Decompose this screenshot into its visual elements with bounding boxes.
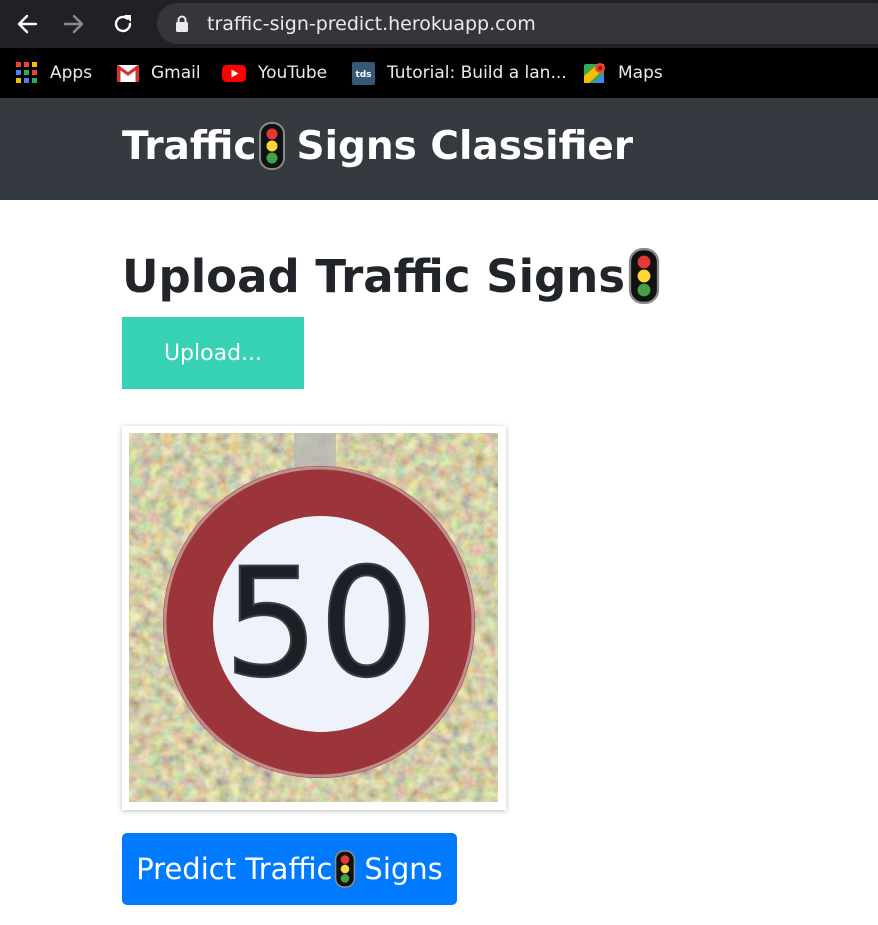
- bookmarks-bar: Apps Gmail YouTube tds Tutorial: Build a…: [0, 48, 878, 98]
- speed-limit-sign-image: 50: [129, 433, 498, 802]
- maps-icon: [584, 63, 605, 83]
- forward-button[interactable]: [58, 8, 90, 40]
- bookmark-label: Maps: [618, 63, 663, 83]
- navbar-brand[interactable]: Traffic Signs Classifier: [122, 122, 633, 170]
- reload-icon: [114, 15, 132, 33]
- gmail-icon: [117, 64, 139, 82]
- bookmark-label: Gmail: [151, 63, 201, 83]
- upload-button[interactable]: Upload...: [122, 317, 304, 389]
- bookmark-label: YouTube: [258, 63, 328, 83]
- bookmark-tutorial[interactable]: tds Tutorial: Build a lan...: [352, 60, 567, 86]
- uploaded-image-preview: 50: [122, 426, 506, 810]
- tds-icon: tds: [352, 61, 375, 85]
- url-text: traffic-sign-predict.herokuapp.com: [207, 13, 536, 35]
- address-bar[interactable]: traffic-sign-predict.herokuapp.com: [157, 3, 878, 44]
- bookmark-maps[interactable]: Maps: [584, 60, 663, 86]
- page-title: Upload Traffic Signs: [122, 248, 661, 304]
- bookmark-label: Apps: [50, 63, 93, 83]
- reload-button[interactable]: [107, 8, 139, 40]
- brand-text-right: Signs Classifier: [296, 123, 634, 169]
- svg-text:tds: tds: [355, 70, 371, 80]
- traffic-light-icon: [628, 248, 660, 304]
- bookmark-label: Tutorial: Build a lan...: [387, 63, 567, 83]
- traffic-light-icon: [259, 122, 286, 170]
- traffic-light-icon: [335, 850, 356, 888]
- youtube-icon: [222, 64, 246, 82]
- bookmark-gmail[interactable]: Gmail: [117, 60, 201, 86]
- back-arrow-icon: [17, 14, 38, 34]
- sign-number: 50: [224, 537, 415, 711]
- predict-button[interactable]: Predict Traffic Signs: [122, 833, 457, 905]
- forward-arrow-icon: [63, 14, 84, 34]
- bookmark-apps[interactable]: Apps: [16, 60, 92, 86]
- brand-text-left: Traffic: [122, 123, 257, 169]
- page-title-text: Upload Traffic Signs: [122, 249, 626, 303]
- predict-label-left: Predict Traffic: [136, 852, 333, 886]
- apps-grid-icon: [16, 62, 37, 83]
- app-navbar: Traffic Signs Classifier: [0, 98, 878, 200]
- predict-label-right: Signs: [364, 852, 443, 886]
- back-button[interactable]: [11, 8, 43, 40]
- browser-toolbar: traffic-sign-predict.herokuapp.com: [0, 0, 878, 48]
- bookmark-youtube[interactable]: YouTube: [222, 60, 327, 86]
- lock-icon: [176, 15, 188, 32]
